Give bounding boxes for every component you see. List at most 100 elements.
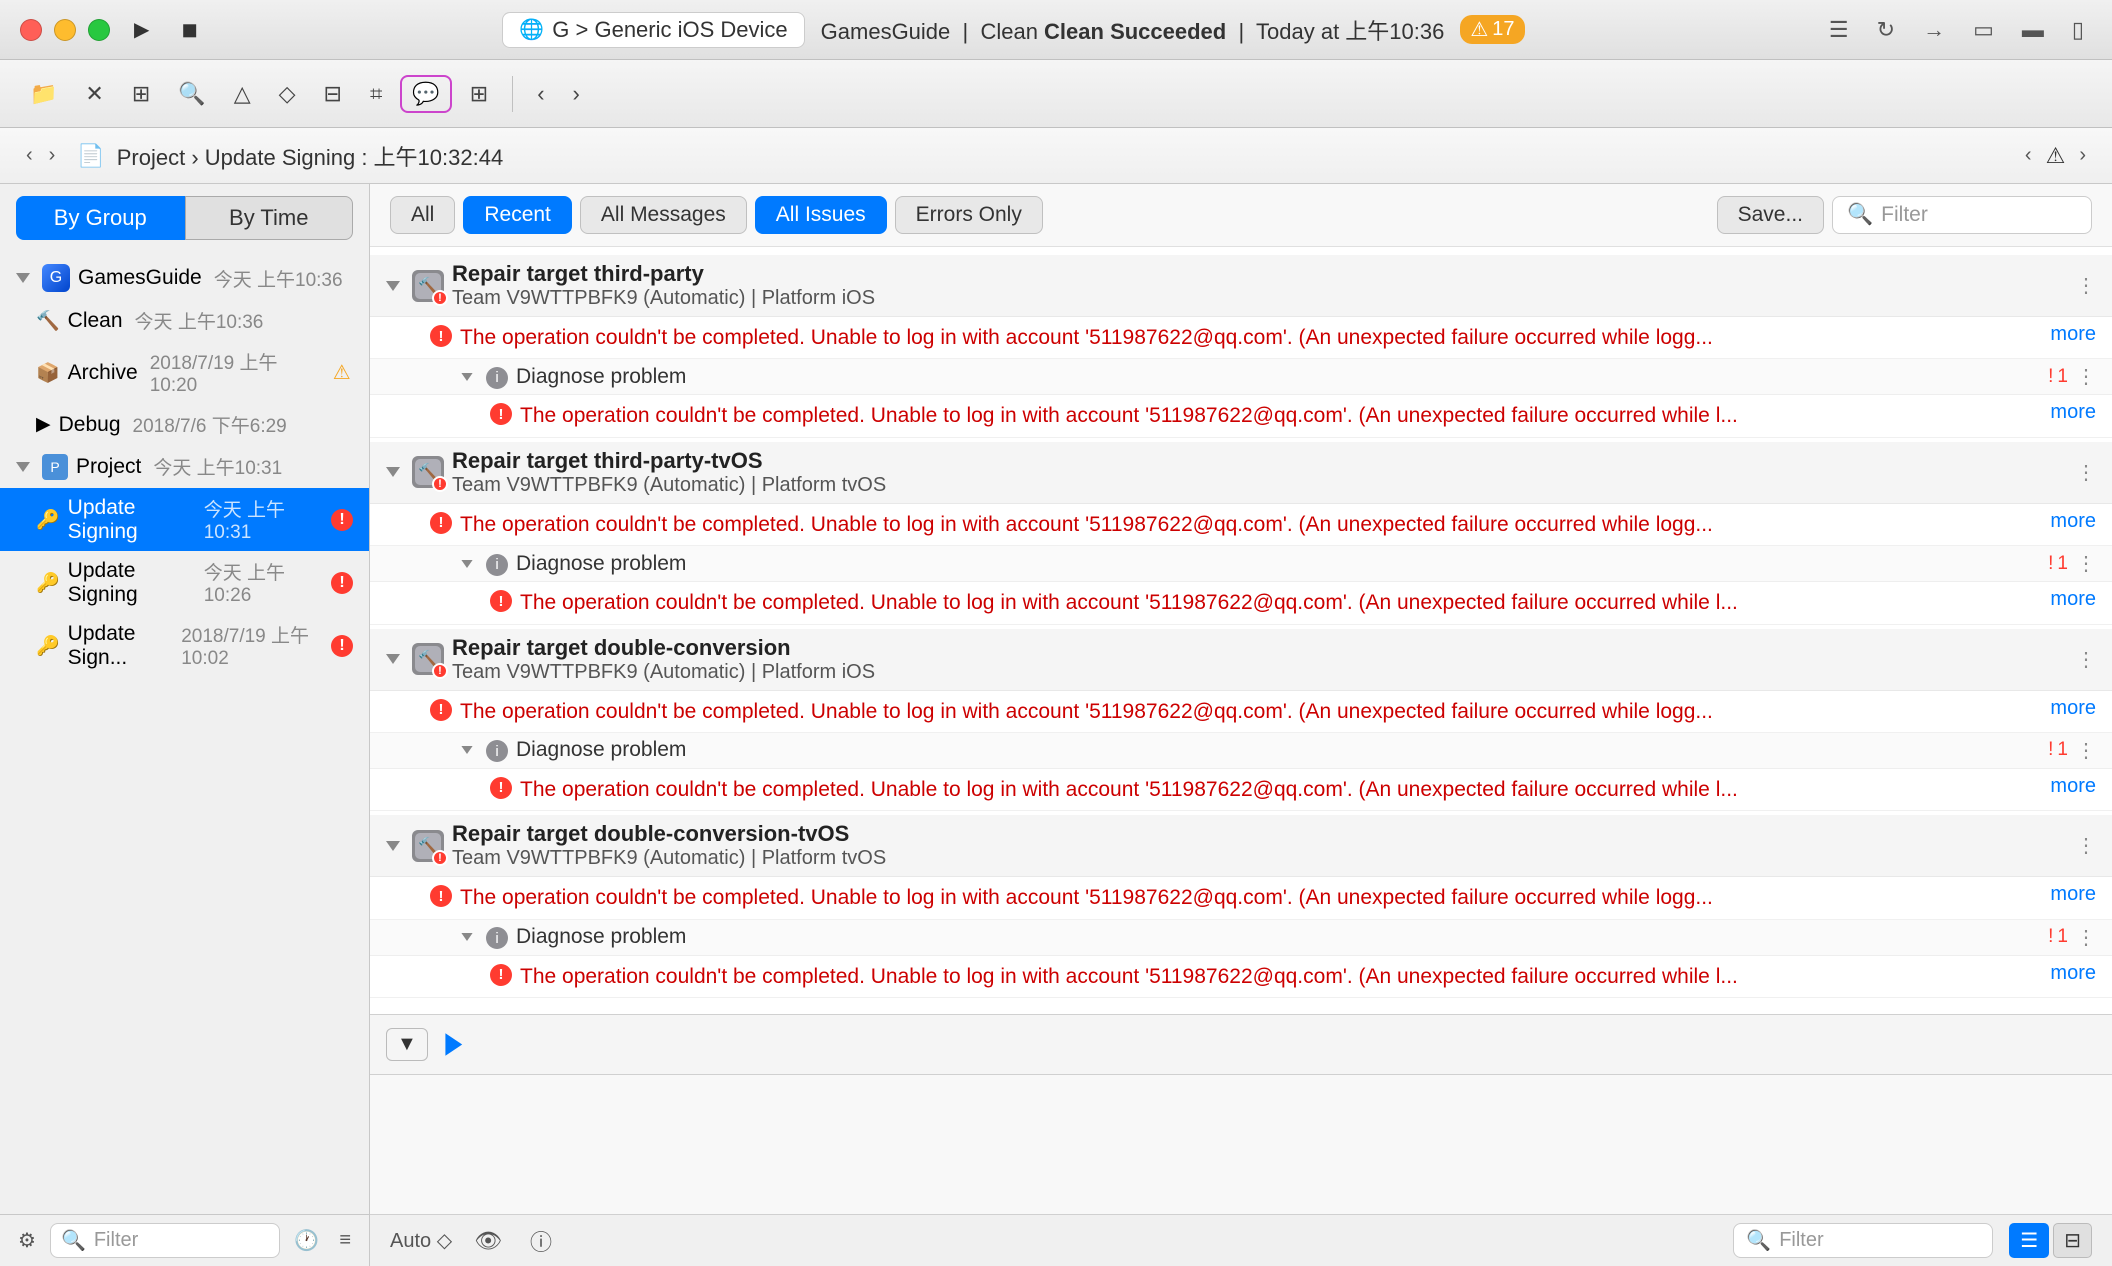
lines-icon-button[interactable]: ☰ xyxy=(1821,13,1857,47)
info-button[interactable]: ⓘ xyxy=(524,1223,558,1259)
sidebar-updatesigning2-name: Update Signing xyxy=(68,559,192,607)
more-link-1-1[interactable]: more xyxy=(2050,323,2096,346)
log-entry-2-1[interactable]: ! The operation couldn't be completed. U… xyxy=(370,504,2112,546)
layout2-icon-button[interactable]: ▬ xyxy=(2014,13,2052,47)
chevron-right-icon-button[interactable]: › xyxy=(563,75,590,113)
sidebar-item-project[interactable]: P Project 今天 上午10:31 xyxy=(0,445,369,488)
more-link-2-1[interactable]: more xyxy=(2050,510,2096,533)
expand-button[interactable]: ▼ xyxy=(386,1028,428,1061)
eye-button[interactable]: 👁 xyxy=(468,1226,508,1256)
log-section-4: 🔨 ! Repair target double-conversion-tvOS… xyxy=(370,815,2112,998)
view-list-button[interactable]: ☰ xyxy=(2009,1223,2049,1258)
sidebar-list-button[interactable]: ≡ xyxy=(333,1225,357,1256)
sidebar-item-clean[interactable]: 🔨 Clean 今天 上午10:36 xyxy=(0,300,369,341)
section4-menu-icon[interactable]: ⋮ xyxy=(2076,833,2096,858)
error-icon-1-d1: ! xyxy=(490,403,512,425)
chevron-left-icon-button[interactable]: ‹ xyxy=(527,75,554,113)
subsection2-info-icon: i xyxy=(486,554,508,576)
log-section-1-header[interactable]: 🔨 ! Repair target third-party Team V9WTT… xyxy=(370,255,2112,317)
subsection1-menu-icon[interactable]: ⋮ xyxy=(2076,364,2096,389)
error-icon-2-1: ! xyxy=(430,512,452,534)
save-button[interactable]: Save... xyxy=(1717,196,1824,234)
sidebar-item-debug[interactable]: ▶ Debug 2018/7/6 下午6:29 xyxy=(0,404,369,445)
more-link-4-d1[interactable]: more xyxy=(2050,962,2096,985)
subsection4-menu-icon[interactable]: ⋮ xyxy=(2076,925,2096,950)
play-button[interactable]: ▶ xyxy=(126,13,157,46)
grid2-icon-button[interactable]: ⊞ xyxy=(460,75,498,113)
log-entry-3-1[interactable]: ! The operation couldn't be completed. U… xyxy=(370,691,2112,733)
sidebar-item-updatesigning3[interactable]: 🔑 Update Sign... 2018/7/19 上午10:02 ! xyxy=(0,614,369,677)
section2-menu-icon[interactable]: ⋮ xyxy=(2076,460,2096,485)
sidebar-clock-button[interactable]: 🕐 xyxy=(288,1224,325,1257)
log-entry-4-diag-1[interactable]: ! The operation couldn't be completed. U… xyxy=(370,956,2112,998)
folder-icon-button[interactable]: 📁 xyxy=(20,75,67,113)
more-link-3-1[interactable]: more xyxy=(2050,697,2096,720)
log-subsection-3-1[interactable]: i Diagnose problem ! 1 ⋮ xyxy=(370,733,2112,769)
detail-area xyxy=(370,1074,2112,1214)
log-section-2-header[interactable]: 🔨 ! Repair target third-party-tvOS Team … xyxy=(370,442,2112,504)
tab-all-messages[interactable]: All Messages xyxy=(580,196,747,234)
log-entry-3-diag-1[interactable]: ! The operation couldn't be completed. U… xyxy=(370,769,2112,811)
fullscreen-button[interactable] xyxy=(88,19,110,41)
sidebar-filter-input[interactable]: 🔍 Filter xyxy=(50,1223,280,1258)
log-section-4-header[interactable]: 🔨 ! Repair target double-conversion-tvOS… xyxy=(370,815,2112,877)
tab-all[interactable]: All xyxy=(390,196,455,234)
section3-menu-icon[interactable]: ⋮ xyxy=(2076,647,2096,672)
breadcrumb-forward-button[interactable]: › xyxy=(2073,142,2092,169)
log-subsection-1-1[interactable]: i Diagnose problem ! 1 ⋮ xyxy=(370,359,2112,395)
tab-recent[interactable]: Recent xyxy=(463,196,572,234)
x-icon-button[interactable]: ✕ xyxy=(75,75,113,113)
grid-icon-button[interactable]: ⊞ xyxy=(122,75,160,113)
sidebar-debug-name: Debug xyxy=(59,413,121,437)
sidebar-gear-button[interactable]: ⚙ xyxy=(12,1224,42,1257)
sidebar-item-updatesigning2[interactable]: 🔑 Update Signing 今天 上午10:26 ! xyxy=(0,551,369,614)
view-split-button[interactable]: ⊟ xyxy=(2053,1223,2092,1258)
run-icon[interactable] xyxy=(440,1031,468,1059)
subsection3-menu-icon[interactable]: ⋮ xyxy=(2076,738,2096,763)
close-button[interactable] xyxy=(20,19,42,41)
sidebar-item-updatesigning1[interactable]: 🔑 Update Signing 今天 上午10:31 ! xyxy=(0,488,369,551)
sidebar-updatesigning3-name: Update Sign... xyxy=(68,622,170,670)
search-icon-button[interactable]: 🔍 xyxy=(168,75,215,113)
tag-icon-button[interactable]: ⌗ xyxy=(360,75,392,113)
subsection1-expand-icon xyxy=(461,373,472,381)
more-link-1-d1[interactable]: more xyxy=(2050,401,2096,424)
filter-input[interactable]: 🔍 Filter xyxy=(1832,196,2092,234)
by-group-toggle[interactable]: By Group xyxy=(16,196,185,240)
tab-all-issues[interactable]: All Issues xyxy=(755,196,887,234)
refresh-icon-button[interactable]: ↻ xyxy=(1869,13,1903,47)
stop-button[interactable]: ◼ xyxy=(173,13,206,46)
log-section-3-header[interactable]: 🔨 ! Repair target double-conversion Team… xyxy=(370,629,2112,691)
sidebar-item-gamesguide[interactable]: G GamesGuide 今天 上午10:36 xyxy=(0,256,369,300)
by-time-toggle[interactable]: By Time xyxy=(185,196,354,240)
log-entry-1-diag-1[interactable]: ! The operation couldn't be completed. U… xyxy=(370,395,2112,437)
auto-select[interactable]: Auto ◇ xyxy=(390,1228,452,1253)
forward-icon-button[interactable]: → xyxy=(1915,13,1953,47)
more-link-4-1[interactable]: more xyxy=(2050,883,2096,906)
layout3-icon-button[interactable]: ▯ xyxy=(2064,13,2092,47)
chat-icon-button[interactable]: 💬 xyxy=(400,75,451,113)
minimize-button[interactable] xyxy=(54,19,76,41)
nav-back-button[interactable]: ‹ xyxy=(20,142,39,169)
main-bottom-status: Auto ◇ 👁 ⓘ 🔍 Filter ☰ ⊟ xyxy=(370,1214,2112,1266)
section1-menu-icon[interactable]: ⋮ xyxy=(2076,273,2096,298)
tab-errors-only[interactable]: Errors Only xyxy=(895,196,1043,234)
nav-forward-button[interactable]: › xyxy=(43,142,62,169)
warning-badge[interactable]: ⚠ 17 xyxy=(1460,15,1524,44)
more-link-2-d1[interactable]: more xyxy=(2050,588,2096,611)
log-entry-4-1[interactable]: ! The operation couldn't be completed. U… xyxy=(370,877,2112,919)
filter-right-input[interactable]: 🔍 Filter xyxy=(1733,1223,1993,1258)
log-entry-1-1[interactable]: ! The operation couldn't be completed. U… xyxy=(370,317,2112,359)
log-subsection-4-1[interactable]: i Diagnose problem ! 1 ⋮ xyxy=(370,920,2112,956)
scheme-selector[interactable]: 🌐 G > Generic iOS Device xyxy=(502,12,804,48)
breadcrumb-back-button[interactable]: ‹ xyxy=(2019,142,2038,169)
table-icon-button[interactable]: ⊟ xyxy=(314,75,352,113)
layout1-icon-button[interactable]: ▭ xyxy=(1965,13,2002,47)
diamond-icon-button[interactable]: ◇ xyxy=(269,75,306,113)
log-subsection-2-1[interactable]: i Diagnose problem ! 1 ⋮ xyxy=(370,546,2112,582)
sidebar-item-archive[interactable]: 📦 Archive 2018/7/19 上午10:20 ⚠ xyxy=(0,341,369,404)
warning-icon-button[interactable]: △ xyxy=(224,75,261,113)
log-entry-2-diag-1[interactable]: ! The operation couldn't be completed. U… xyxy=(370,582,2112,624)
subsection2-menu-icon[interactable]: ⋮ xyxy=(2076,551,2096,576)
more-link-3-d1[interactable]: more xyxy=(2050,775,2096,798)
